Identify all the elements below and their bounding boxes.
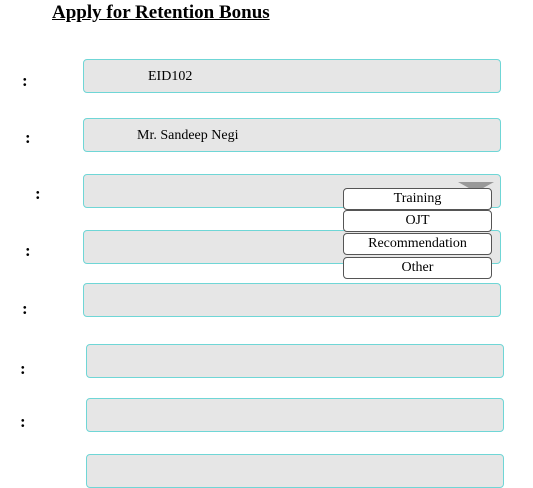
employee-id-value: EID102 xyxy=(148,69,193,84)
dropdown-option-ojt[interactable]: OJT xyxy=(343,210,492,232)
dropdown-option-other[interactable]: Other xyxy=(343,257,492,279)
input-field-5[interactable] xyxy=(83,283,501,317)
employee-id-field[interactable]: EID102 xyxy=(83,59,501,93)
employee-name-value: Mr. Sandeep Negi xyxy=(137,128,239,143)
dropdown-option-recommendation[interactable]: Recommendation xyxy=(343,233,492,255)
field-colon: : xyxy=(25,241,31,260)
field-colon: : xyxy=(25,128,31,147)
dropdown-option-training[interactable]: Training xyxy=(343,188,492,210)
field-colon: : xyxy=(22,71,28,90)
page-title: Apply for Retention Bonus xyxy=(52,2,270,23)
input-field-7[interactable] xyxy=(86,398,504,432)
input-field-6[interactable] xyxy=(86,344,504,378)
field-colon: : xyxy=(22,299,28,318)
input-field-8[interactable] xyxy=(86,454,504,488)
field-colon: : xyxy=(35,184,41,203)
employee-name-field[interactable]: Mr. Sandeep Negi xyxy=(83,118,501,152)
field-colon: : xyxy=(20,359,26,378)
field-colon: : xyxy=(20,412,26,431)
